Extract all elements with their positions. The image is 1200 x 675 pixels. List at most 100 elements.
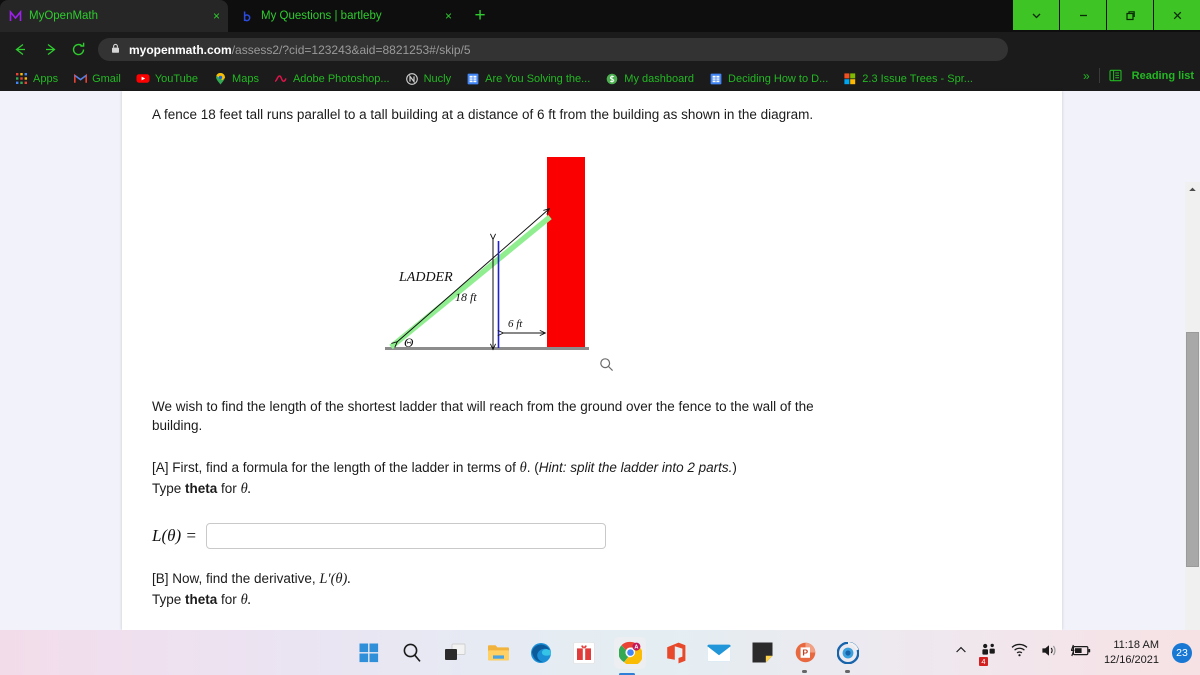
- type-note-pre: Type: [152, 591, 186, 607]
- chevron-down-button[interactable]: [1013, 0, 1059, 30]
- reload-button[interactable]: [66, 37, 90, 61]
- bookmark-label: Are You Solving the...: [485, 72, 591, 85]
- notification-badge[interactable]: 23: [1172, 642, 1192, 663]
- part-a-answer-row: L(θ) =: [152, 522, 852, 549]
- minimize-button[interactable]: [1060, 0, 1106, 30]
- microsoft-edge-icon[interactable]: [528, 640, 554, 666]
- svg-text:P: P: [802, 648, 808, 658]
- mail-icon[interactable]: [706, 640, 732, 666]
- google-sheets-icon: [709, 72, 723, 86]
- file-explorer-icon[interactable]: [485, 640, 511, 666]
- money-bag-icon: [605, 72, 619, 86]
- bookmark-label: Deciding How to D...: [728, 72, 829, 85]
- maps-pin-icon: [213, 72, 227, 86]
- bookmark-label: Adobe Photoshop...: [292, 72, 390, 85]
- part-b-prompt: [B] Now, find the derivative, L′(θ).: [152, 569, 852, 590]
- system-tray: 4 11:18 AM 12/16/2021 23: [954, 630, 1192, 675]
- magnifier-icon[interactable]: [599, 357, 614, 377]
- bookmark-issue-trees[interactable]: 2.3 Issue Trees - Spr...: [837, 70, 979, 88]
- microsoft-icon: [843, 72, 857, 86]
- bookmark-maps[interactable]: Maps: [207, 70, 265, 88]
- clock-time: 11:18 AM: [1113, 638, 1159, 651]
- angle-label: Θ: [404, 335, 414, 350]
- tab-myopenmath[interactable]: MyOpenMath ×: [0, 0, 228, 32]
- bookmark-nucly[interactable]: Nucly: [399, 70, 458, 88]
- reading-list-icon: [1109, 69, 1123, 83]
- google-chrome-icon[interactable]: A: [614, 636, 646, 675]
- theta-symbol: θ.: [240, 480, 252, 497]
- theta-symbol: θ: [519, 459, 527, 476]
- tab-title: MyOpenMath: [29, 10, 99, 22]
- bookmark-gmail[interactable]: Gmail: [67, 70, 127, 88]
- scrollbar-thumb[interactable]: [1186, 332, 1199, 567]
- part-a-lhs: L(θ) =: [152, 525, 197, 545]
- new-tab-button[interactable]: +: [470, 6, 490, 26]
- type-note-post: for: [217, 591, 241, 607]
- wifi-icon[interactable]: [1011, 643, 1028, 662]
- gift-rewards-icon[interactable]: [571, 640, 597, 666]
- bookmark-youtube[interactable]: YouTube: [130, 70, 204, 88]
- task-view-icon[interactable]: [442, 640, 468, 666]
- browser-toolbar: myopenmath.com/assess2/?cid=123243&aid=8…: [0, 32, 1200, 89]
- divider: [1098, 68, 1100, 83]
- bookmark-label: My dashboard: [624, 72, 695, 85]
- theta-symbol: θ.: [240, 591, 252, 608]
- diagram-svg: LADDER 18 ft 6 ft Θ: [385, 157, 589, 368]
- bookmark-deciding-how-to-d[interactable]: Deciding How to D...: [703, 70, 834, 88]
- apps-grid-icon: [14, 72, 28, 86]
- google-sheets-icon: [466, 72, 480, 86]
- bookmark-label: Nucly: [423, 72, 452, 85]
- bookmark-adobe-photoshop[interactable]: Adobe Photoshop...: [268, 70, 396, 88]
- back-button[interactable]: [8, 37, 32, 61]
- clock[interactable]: 11:18 AM 12/16/2021: [1104, 638, 1159, 668]
- backup-sync-icon[interactable]: [835, 640, 861, 673]
- bookmark-label: YouTube: [154, 72, 199, 85]
- close-button[interactable]: [1154, 0, 1200, 30]
- tab-strip: MyOpenMath × My Questions | bartleby × +: [0, 0, 1200, 32]
- part-b-prompt-text: [B] Now, find the derivative,: [152, 570, 320, 586]
- bookmark-label: Gmail: [92, 72, 121, 85]
- teams-tray-icon[interactable]: 4: [978, 643, 998, 666]
- tab-bartleby[interactable]: My Questions | bartleby ×: [232, 0, 460, 32]
- tab-close-icon[interactable]: ×: [435, 10, 452, 22]
- restore-button[interactable]: [1107, 0, 1153, 30]
- bookmark-my-dashboard[interactable]: My dashboard: [599, 70, 700, 88]
- question-content: A fence 18 feet tall runs parallel to a …: [152, 105, 852, 659]
- bookmark-label: 2.3 Issue Trees - Spr...: [862, 72, 973, 85]
- sticky-notes-icon[interactable]: [749, 640, 775, 666]
- bookmark-apps[interactable]: Apps: [8, 70, 64, 88]
- tab-close-icon[interactable]: ×: [203, 10, 220, 22]
- page-scrollbar[interactable]: [1185, 182, 1200, 675]
- windows-taskbar: A P 4 11:18 AM 12/16/2021 23: [0, 630, 1200, 675]
- part-a-answer-input[interactable]: [205, 522, 606, 549]
- screen: MyOpenMath × My Questions | bartleby × +: [0, 0, 1200, 675]
- part-a-type-note: Type theta for θ.: [152, 479, 852, 500]
- adobe-photoshop-icon: [274, 72, 288, 86]
- scroll-up-arrow[interactable]: [1185, 182, 1200, 197]
- ladder-fence-diagram: LADDER 18 ft 6 ft Θ: [377, 153, 627, 368]
- microsoft-office-icon[interactable]: [663, 640, 689, 666]
- bookmarks-overflow-button[interactable]: »: [1083, 69, 1090, 83]
- reading-list-label[interactable]: Reading list: [1132, 70, 1194, 82]
- type-note-post: for: [217, 480, 241, 496]
- nucly-icon: [405, 72, 419, 86]
- browser-chrome: MyOpenMath × My Questions | bartleby × +: [0, 0, 1200, 91]
- myopenmath-m-icon: [8, 9, 22, 23]
- battery-charging-icon[interactable]: [1070, 644, 1091, 662]
- volume-icon[interactable]: [1041, 643, 1058, 663]
- bookmark-are-you-solving[interactable]: Are You Solving the...: [460, 70, 596, 88]
- ladder-label: LADDER: [398, 270, 453, 285]
- part-a-hint: Hint: split the ladder into 2 parts.: [538, 459, 733, 475]
- tray-overflow-button[interactable]: [954, 643, 968, 662]
- site-secure-lock-icon: [110, 41, 121, 59]
- intro-text: A fence 18 feet tall runs parallel to a …: [152, 107, 814, 122]
- powerpoint-icon[interactable]: P: [792, 640, 818, 673]
- forward-button[interactable]: [38, 37, 62, 61]
- bookmark-label: Apps: [33, 72, 59, 85]
- address-bar[interactable]: myopenmath.com/assess2/?cid=123243&aid=8…: [98, 38, 1008, 61]
- start-button[interactable]: [356, 640, 382, 666]
- bartleby-b-icon: [240, 9, 254, 23]
- search-icon[interactable]: [399, 640, 425, 666]
- clock-date: 12/16/2021: [1103, 653, 1159, 666]
- part-a-prompt-mid: . (: [526, 459, 539, 475]
